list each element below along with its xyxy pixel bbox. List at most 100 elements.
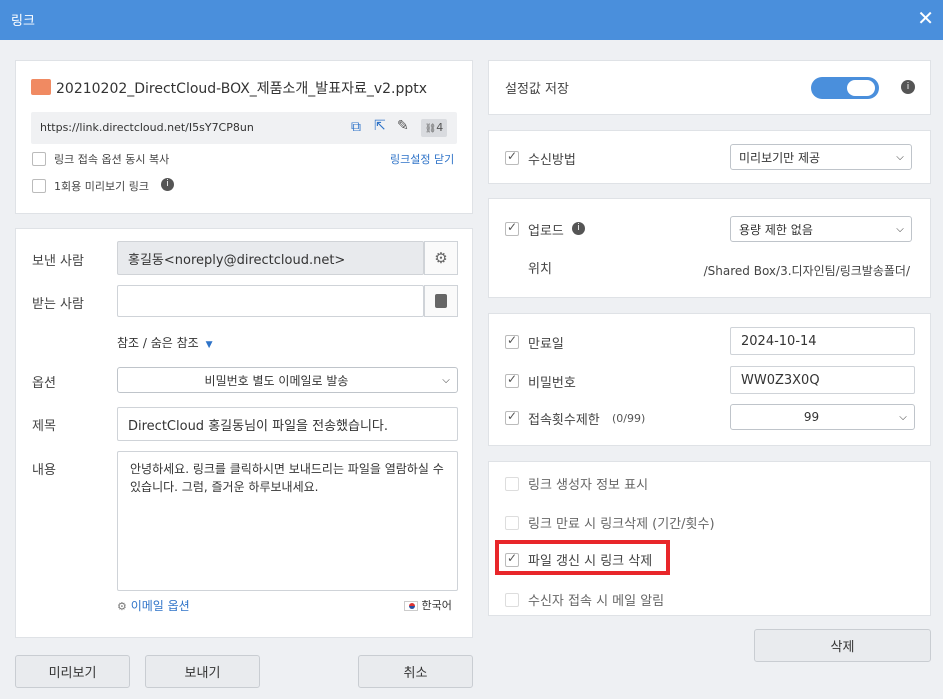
one-time-label: 1회용 미리보기 링크	[54, 180, 149, 193]
access-notify-label: 수신자 접속 시 메일 알림	[528, 594, 665, 609]
extra-options-panel: 링크 생성자 정보 표시 링크 만료 시 링크삭제 (기간/횟수) 파일 갱신 …	[488, 461, 931, 616]
chevron-down-icon: ⌵	[899, 411, 907, 423]
password-checkbox[interactable]	[505, 372, 519, 388]
access-limit-value: 99	[803, 410, 820, 424]
send-label: 보내기	[184, 666, 221, 681]
info-icon[interactable]: i	[901, 80, 915, 94]
creator-info-label: 링크 생성자 정보 표시	[528, 478, 649, 493]
upload-limit-value: 용량 제한 없음	[739, 222, 813, 237]
upload-label: 업로드	[528, 224, 564, 239]
expire-delete-checkbox[interactable]	[505, 516, 519, 530]
option-label: 옵션	[32, 376, 56, 391]
copy-options-checkbox[interactable]	[32, 152, 46, 166]
copy-icon[interactable]: ⧉	[351, 119, 361, 135]
edit-icon[interactable]: ✎	[397, 118, 409, 134]
sender-settings-button[interactable]: ⚙	[424, 241, 458, 275]
upload-limit-select[interactable]: 용량 제한 없음 ⌵	[730, 216, 912, 242]
option-select[interactable]: 비밀번호 별도 이메일로 발송 ⌵	[117, 367, 458, 393]
gear-small-icon: ⚙	[117, 600, 127, 613]
password-label: 비밀번호	[528, 376, 576, 391]
close-icon[interactable]: ✕	[917, 8, 934, 28]
access-limit-select[interactable]: 99 ⌵	[730, 404, 915, 430]
email-options-label: 이메일 옵션	[130, 599, 190, 613]
pptx-file-icon	[31, 79, 51, 95]
chevron-down-icon: ⌵	[896, 151, 904, 163]
receive-method-value: 미리보기만 제공	[739, 150, 821, 165]
address-book-icon	[435, 294, 447, 308]
body-label: 내용	[32, 463, 56, 478]
creator-info-checkbox[interactable]	[505, 477, 519, 491]
subject-label: 제목	[32, 419, 56, 434]
send-button[interactable]: 보내기	[145, 655, 260, 688]
location-value: /Shared Box/3.디자인팀/링크발송폴더/	[703, 264, 910, 278]
info-icon[interactable]: i	[572, 222, 585, 235]
link-count: 4	[436, 121, 444, 134]
password-input[interactable]: WW0Z3X0Q	[730, 366, 915, 394]
save-settings-toggle[interactable]	[811, 77, 879, 99]
security-panel: 만료일 2024-10-14 비밀번호 WW0Z3X0Q 접속횟수제한 (0/9…	[488, 313, 931, 446]
expiry-input[interactable]: 2024-10-14	[730, 327, 915, 355]
preview-label: 미리보기	[48, 666, 97, 681]
access-limit-note: (0/99)	[612, 412, 646, 425]
subject-value: DirectCloud 홍길동님이 파일을 전송했습니다.	[128, 418, 389, 434]
body-textarea[interactable]: 안녕하세요. 링크를 클릭하시면 보내드리는 파일을 열람하실 수 있습니다. …	[117, 451, 458, 591]
sender-label: 보낸 사람	[32, 254, 84, 269]
chevron-down-icon: ⌵	[442, 374, 450, 386]
korea-flag-icon	[404, 601, 418, 611]
delete-button[interactable]: 삭제	[754, 629, 931, 662]
save-settings-label: 설정값 저장	[505, 82, 569, 97]
upload-checkbox[interactable]	[505, 220, 519, 236]
email-panel: 보낸 사람 홍길동<noreply@directcloud.net> ⚙ 받는 …	[15, 228, 473, 638]
option-value: 비밀번호 별도 이메일로 발송	[204, 373, 349, 388]
receive-method-label: 수신방법	[528, 153, 576, 168]
file-link-panel: 20210202_DirectCloud-BOX_제품소개_발표자료_v2.pp…	[15, 60, 473, 214]
file-update-delete-label: 파일 갱신 시 링크 삭제	[528, 554, 653, 569]
upload-panel: 업로드 i 용량 제한 없음 ⌵ 위치 /Shared Box/3.디자인팀/링…	[488, 198, 931, 298]
language-selector[interactable]: 한국어	[404, 597, 452, 613]
window-title: 링크	[11, 14, 35, 29]
toggle-knob	[847, 80, 875, 96]
recipient-input[interactable]	[117, 285, 424, 317]
receive-method-select[interactable]: 미리보기만 제공 ⌵	[730, 144, 912, 170]
caret-down-icon: ▼	[205, 340, 213, 350]
cc-bcc-toggle[interactable]: 참조 / 숨은 참조 ▼	[117, 334, 212, 351]
open-external-icon[interactable]: ⇱	[374, 118, 386, 134]
close-settings-link[interactable]: 링크설정 닫기	[390, 151, 454, 167]
password-value: WW0Z3X0Q	[741, 372, 820, 388]
email-options-link[interactable]: ⚙ 이메일 옵션	[117, 597, 190, 614]
copy-options-label: 링크 접속 옵션 동시 복사	[54, 153, 170, 166]
location-label: 위치	[528, 262, 552, 277]
access-notify-checkbox[interactable]	[505, 593, 519, 607]
delete-label: 삭제	[830, 640, 855, 655]
access-limit-checkbox[interactable]	[505, 409, 519, 425]
sender-value: 홍길동<noreply@directcloud.net>	[128, 252, 346, 268]
language-label: 한국어	[421, 599, 452, 612]
link-count-badge: ⛓4	[421, 119, 447, 137]
file-name: 20210202_DirectCloud-BOX_제품소개_발표자료_v2.pp…	[56, 81, 428, 97]
link-url-bar: https://link.directcloud.net/I5sY7CP8un …	[31, 112, 457, 144]
access-limit-label: 접속횟수제한	[528, 413, 600, 428]
one-time-checkbox[interactable]	[32, 179, 46, 193]
chevron-down-icon: ⌵	[896, 223, 904, 235]
sender-field: 홍길동<noreply@directcloud.net>	[117, 241, 424, 275]
recipient-label: 받는 사람	[32, 297, 84, 312]
receive-method-checkbox[interactable]	[505, 149, 519, 165]
address-book-button[interactable]	[424, 285, 458, 317]
chain-icon: ⛓	[424, 124, 437, 134]
gear-icon: ⚙	[434, 249, 448, 267]
subject-input[interactable]: DirectCloud 홍길동님이 파일을 전송했습니다.	[117, 407, 458, 441]
expiry-checkbox[interactable]	[505, 333, 519, 349]
expiry-label: 만료일	[528, 337, 564, 352]
expire-delete-label: 링크 만료 시 링크삭제 (기간/횟수)	[528, 517, 715, 532]
cc-bcc-label: 참조 / 숨은 참조	[117, 336, 199, 350]
file-update-delete-checkbox[interactable]	[505, 551, 519, 567]
expiry-value: 2024-10-14	[741, 333, 817, 349]
save-settings-panel: 설정값 저장 i	[488, 60, 931, 115]
preview-button[interactable]: 미리보기	[15, 655, 130, 688]
info-icon[interactable]: i	[161, 178, 174, 191]
title-bar: 링크 ✕	[0, 0, 943, 40]
receive-method-panel: 수신방법 미리보기만 제공 ⌵	[488, 130, 931, 184]
link-url[interactable]: https://link.directcloud.net/I5sY7CP8un	[40, 121, 254, 134]
body-value: 안녕하세요. 링크를 클릭하시면 보내드리는 파일을 열람하실 수 있습니다. …	[130, 462, 444, 494]
cancel-button[interactable]: 취소	[358, 655, 473, 688]
